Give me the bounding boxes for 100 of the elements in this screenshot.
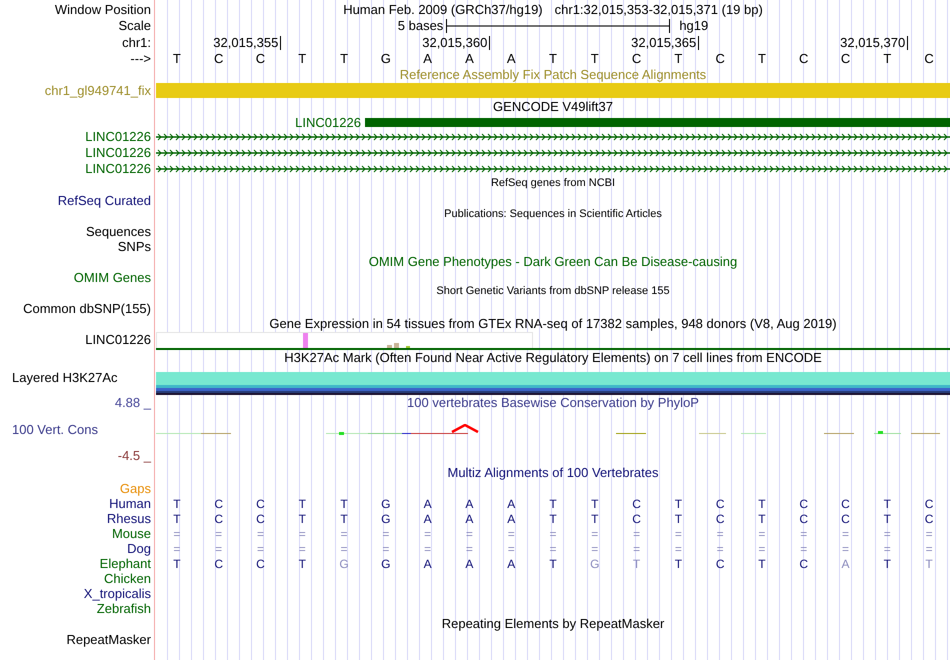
base-letter: T bbox=[340, 496, 348, 511]
base-letter: = bbox=[591, 526, 598, 541]
base-letter: A bbox=[465, 496, 474, 511]
assembly-title: Human Feb. 2009 (GRCh37/hg19) bbox=[343, 1, 543, 19]
base-letter: = bbox=[382, 542, 390, 556]
base-letter: C bbox=[924, 512, 934, 526]
base-letter: C bbox=[841, 512, 850, 526]
base-letter: C bbox=[214, 512, 224, 526]
base-letter: A bbox=[507, 496, 516, 511]
base-letter: = bbox=[758, 526, 766, 541]
base-letter: = bbox=[173, 542, 180, 556]
base-letter: T bbox=[172, 50, 181, 68]
base-letter: = bbox=[884, 526, 891, 541]
base-letter: T bbox=[340, 512, 348, 526]
track-title: Gene Expression in 54 tissues from GTEx RNA-seq of 17382 samples, 948 donors (V8, Aug 2019) bbox=[269, 315, 837, 333]
base-letter: T bbox=[674, 496, 682, 511]
base-letter: T bbox=[298, 50, 306, 68]
track-title: Repeating Elements by RepeatMasker bbox=[442, 615, 664, 633]
base-letter: = bbox=[256, 526, 264, 541]
base-letter: = bbox=[884, 542, 891, 556]
track-label[interactable]: 100 Vert. Cons bbox=[0, 422, 98, 436]
base-letter: T bbox=[884, 556, 891, 571]
base-letter: G bbox=[339, 556, 349, 571]
base-letter: C bbox=[214, 496, 224, 511]
base-letter: = bbox=[382, 526, 390, 541]
track-label[interactable]: Layered H3K27Ac bbox=[12, 368, 118, 388]
base-letter: = bbox=[842, 542, 850, 556]
base-letter: C bbox=[256, 496, 265, 511]
base-letter: C bbox=[716, 512, 724, 526]
base-letter: T bbox=[632, 556, 640, 571]
base-letter: A bbox=[842, 556, 850, 571]
gene-bar[interactable] bbox=[364, 118, 950, 128]
base-letter: = bbox=[298, 526, 306, 541]
base-letter: = bbox=[215, 526, 222, 541]
track-title: Publications: Sequences in Scientific Articles bbox=[444, 207, 662, 222]
base-letter: = bbox=[424, 542, 432, 556]
base-letter: T bbox=[549, 496, 557, 511]
track-label[interactable]: RefSeq Curated bbox=[58, 191, 151, 210]
base-letter: T bbox=[340, 50, 348, 68]
base-letter: = bbox=[215, 542, 222, 556]
base-letter: = bbox=[508, 542, 515, 556]
base-letter: T bbox=[173, 556, 181, 571]
base-letter: C bbox=[715, 50, 725, 68]
base-letter: C bbox=[840, 50, 850, 68]
base-letter: = bbox=[424, 526, 432, 541]
base-letter: T bbox=[758, 512, 766, 526]
base-letter: T bbox=[173, 496, 181, 511]
base-letter: T bbox=[549, 512, 557, 526]
scale-text: 5 bases bbox=[398, 17, 444, 35]
base-letter: = bbox=[633, 542, 640, 556]
base-letter: A bbox=[507, 556, 516, 571]
base-letter: C bbox=[214, 50, 224, 68]
base-letter: A bbox=[465, 50, 474, 68]
base-letter: = bbox=[340, 526, 348, 541]
base-letter: = bbox=[173, 526, 180, 541]
base-letter: = bbox=[926, 542, 933, 556]
base-letter: = bbox=[256, 542, 264, 556]
track-title: RefSeq genes from NCBI bbox=[490, 176, 616, 191]
base-letter: C bbox=[799, 556, 808, 571]
ruler-position: 32,015,360 bbox=[422, 36, 490, 50]
base-letter: C bbox=[799, 50, 808, 68]
base-letter: = bbox=[716, 542, 724, 556]
base-letter: C bbox=[799, 512, 808, 526]
base-letter: T bbox=[758, 496, 766, 511]
base-letter: T bbox=[925, 556, 933, 571]
base-letter: = bbox=[633, 526, 640, 541]
track-title: OMIM Gene Phenotypes - Dark Green Can Be Disease-causing bbox=[368, 253, 738, 271]
track-label[interactable]: LINC01226 bbox=[85, 330, 151, 350]
base-letter: C bbox=[924, 496, 934, 511]
base-letter: G bbox=[381, 496, 390, 511]
base-letter: A bbox=[424, 496, 432, 511]
axis-max-label: 4.88 _ bbox=[114, 395, 151, 410]
base-letter: = bbox=[549, 526, 556, 541]
base-letter: = bbox=[842, 526, 850, 541]
axis-min-label: -4.5 _ bbox=[116, 448, 151, 463]
base-letter: T bbox=[674, 50, 682, 68]
base-letter: = bbox=[549, 542, 556, 556]
base-letter: T bbox=[884, 512, 891, 526]
base-letter: A bbox=[423, 50, 432, 68]
base-letter: C bbox=[256, 50, 266, 68]
base-letter: = bbox=[800, 526, 808, 541]
base-letter: A bbox=[507, 512, 516, 526]
base-letter: T bbox=[674, 556, 682, 571]
track-label[interactable]: OMIM Genes bbox=[74, 268, 151, 288]
track-label[interactable]: Common dbSNP(155) bbox=[23, 299, 151, 318]
base-letter: T bbox=[590, 50, 599, 68]
track-title: Short Genetic Variants from dbSNP release 155 bbox=[436, 284, 670, 299]
base-letter: A bbox=[506, 50, 516, 68]
base-letter: A bbox=[424, 556, 432, 571]
base-letter: = bbox=[800, 542, 808, 556]
base-letter: = bbox=[674, 526, 682, 541]
base-letter: = bbox=[466, 526, 473, 541]
base-letter: T bbox=[674, 512, 682, 526]
base-letter: = bbox=[466, 542, 473, 556]
base-letter: T bbox=[883, 50, 892, 68]
track-label[interactable]: RepeatMasker bbox=[66, 630, 151, 650]
base-letter: C bbox=[716, 556, 724, 571]
gene-label[interactable]: LINC01226 bbox=[295, 113, 365, 132]
base-letter: = bbox=[758, 542, 766, 556]
base-letter: A bbox=[465, 512, 474, 526]
